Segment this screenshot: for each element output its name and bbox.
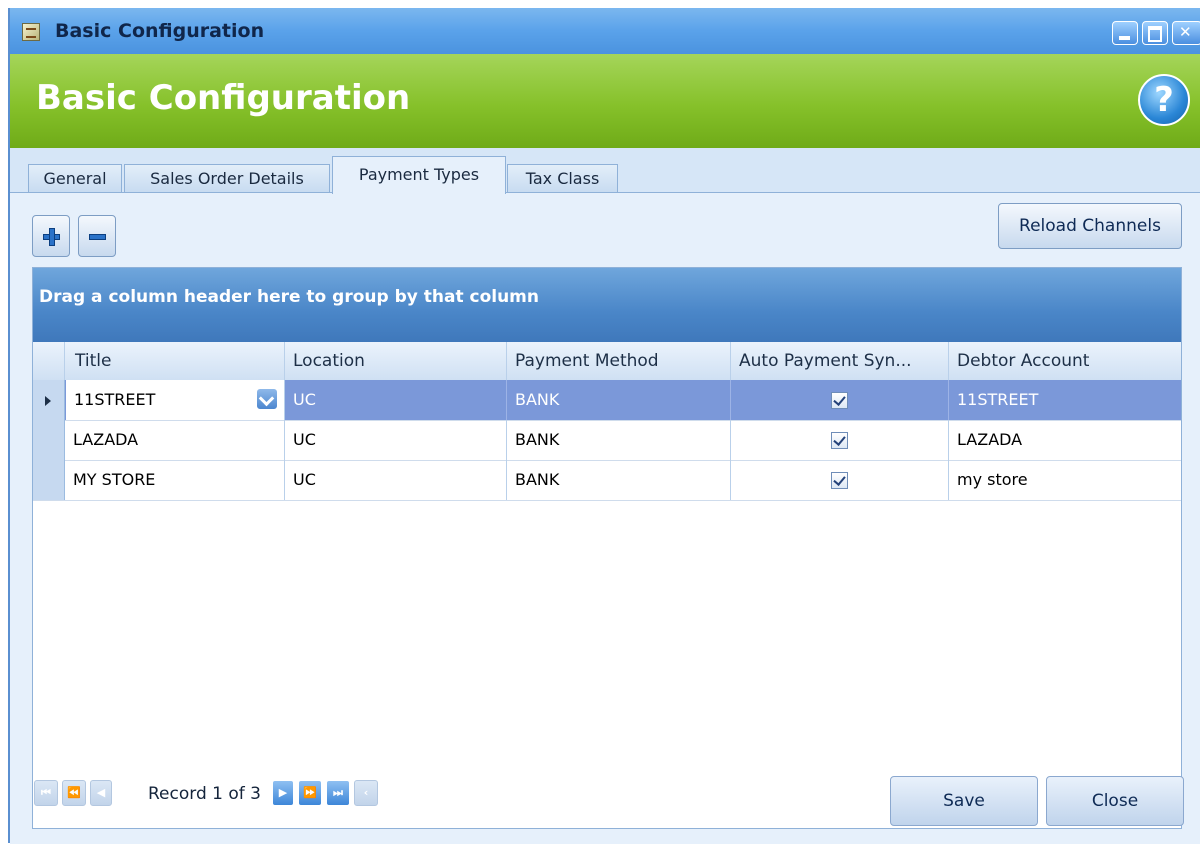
next-record-button[interactable]: ▶ [272,780,294,806]
page-title: Basic Configuration [36,78,411,118]
grid-header: Title Location Payment Method Auto Payme… [33,342,1181,381]
auto-payment-sync-cell[interactable] [731,460,949,500]
location-cell[interactable]: UC [285,380,507,420]
title-cell-editor[interactable]: 11STREET [66,380,285,420]
close-window-button[interactable] [1172,21,1200,45]
plus-icon [33,216,69,256]
column-header-auto-payment-sync[interactable]: Auto Payment Syn... [731,342,949,380]
row-indicator[interactable] [33,420,65,460]
add-button[interactable] [32,215,70,257]
chevron-down-icon[interactable] [256,388,278,410]
group-by-panel[interactable]: Drag a column header here to group by th… [33,268,1181,342]
tab-general[interactable]: General [28,164,122,194]
close-button[interactable]: Close [1046,776,1184,826]
location-cell[interactable]: UC [285,460,507,500]
title-bar[interactable]: Basic Configuration [10,8,1200,54]
window-title: Basic Configuration [55,20,265,42]
app-icon [22,23,40,41]
column-header-location[interactable]: Location [285,342,507,380]
row-indicator[interactable] [33,380,65,420]
save-button[interactable]: Save [890,776,1038,826]
location-cell[interactable]: UC [285,420,507,460]
title-cell[interactable]: LAZADA [65,420,285,460]
column-header-payment-method[interactable]: Payment Method [507,342,731,380]
tab-tax-class[interactable]: Tax Class [507,164,618,194]
payment-method-cell[interactable]: BANK [507,420,731,460]
table-row[interactable]: MY STORE UC BANK my store [33,460,1181,501]
table-row[interactable]: 11STREET UC BANK 11STREET [33,380,1181,421]
tab-payment-types[interactable]: Payment Types [332,156,506,194]
window: Basic Configuration Basic Configuration … [8,8,1200,844]
title-cell[interactable]: MY STORE [65,460,285,500]
reload-channels-button[interactable]: Reload Channels [998,203,1182,249]
column-header-title[interactable]: Title [65,342,285,380]
table-row[interactable]: LAZADA UC BANK LAZADA [33,420,1181,461]
auto-payment-sync-cell[interactable] [731,380,949,420]
minimize-button[interactable] [1112,21,1138,45]
auto-payment-sync-checkbox[interactable] [831,392,848,409]
payment-types-grid: Drag a column header here to group by th… [32,267,1182,829]
help-icon[interactable]: ? [1138,74,1190,126]
page-header: Basic Configuration ? [10,54,1200,148]
auto-payment-sync-checkbox[interactable] [831,432,848,449]
title-value: 11STREET [74,390,156,409]
previous-page-button[interactable]: ⏪ [62,780,86,806]
maximize-button[interactable] [1142,21,1168,45]
cancel-edit-button[interactable]: ‹ [354,780,378,806]
record-navigator: ⏮ ⏪ ◀ Record 1 of 3 ▶ ⏩ ⏭ ‹ [34,778,474,808]
previous-record-button[interactable]: ◀ [90,780,112,806]
debtor-account-cell[interactable]: LAZADA [949,420,1181,460]
record-counter: Record 1 of 3 [148,784,261,804]
payment-method-cell[interactable]: BANK [507,460,731,500]
minus-icon [79,216,115,256]
auto-payment-sync-checkbox[interactable] [831,472,848,489]
tab-strip: General Sales Order Details Payment Type… [10,156,1200,194]
column-header-debtor-account[interactable]: Debtor Account [949,342,1181,380]
tab-content: Reload Channels Drag a column header her… [10,192,1200,844]
tab-sales-order-details[interactable]: Sales Order Details [124,164,330,194]
next-page-button[interactable]: ⏩ [298,780,322,806]
row-indicator[interactable] [33,460,65,500]
debtor-account-cell[interactable]: my store [949,460,1181,500]
current-row-arrow-icon [45,396,51,406]
auto-payment-sync-cell[interactable] [731,420,949,460]
group-by-hint: Drag a column header here to group by th… [39,287,539,307]
indicator-header [33,342,65,380]
payment-method-cell[interactable]: BANK [507,380,731,420]
first-record-button[interactable]: ⏮ [34,780,58,806]
debtor-account-cell[interactable]: 11STREET [949,380,1181,420]
remove-button[interactable] [78,215,116,257]
last-record-button[interactable]: ⏭ [326,780,350,806]
